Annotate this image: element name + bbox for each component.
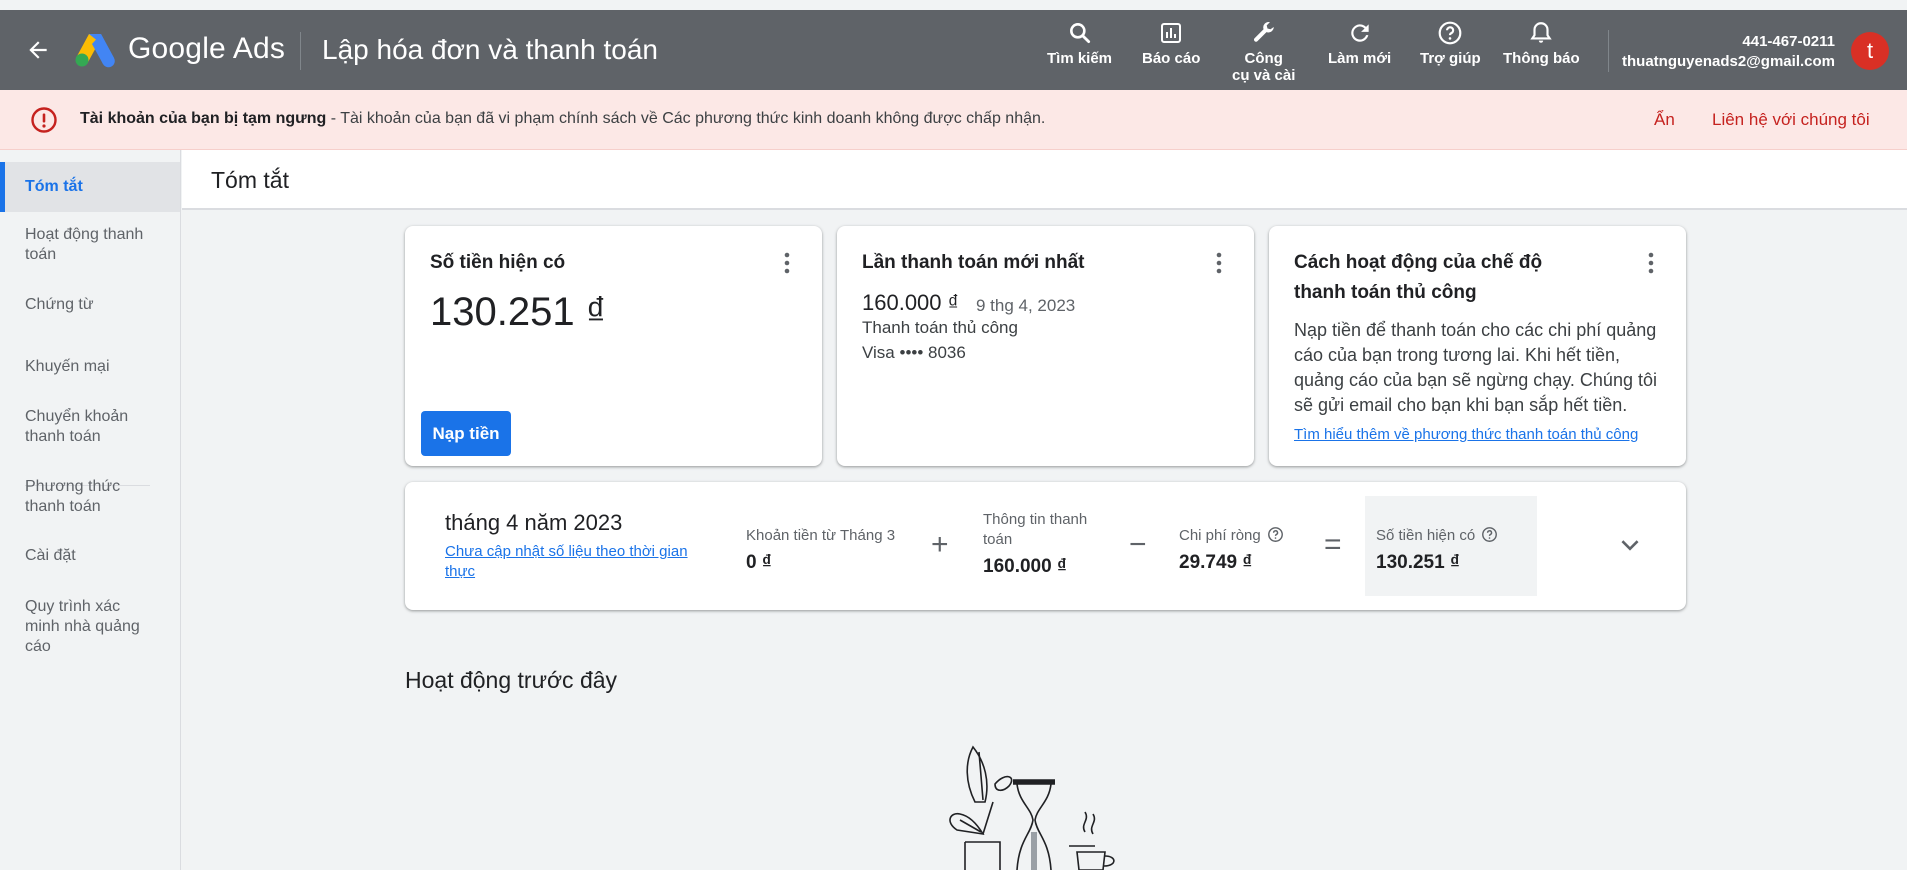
brand-name: Google Ads	[128, 32, 286, 65]
sidebar-item-payment-methods[interactable]: Phương thức thanh toán	[0, 477, 140, 517]
net-cost-value: 29.749 ₫	[1179, 552, 1253, 573]
reports-label: Báo cáo	[1142, 50, 1201, 67]
last-payment-card: Lần thanh toán mới nhất 160.000 ₫ 9 thg …	[837, 226, 1254, 466]
manual-card-title-line2: thanh toán thủ công	[1294, 282, 1477, 303]
alert-hide-button[interactable]: Ẩn	[1654, 110, 1675, 130]
more-vert-icon	[1216, 252, 1222, 274]
summary-balance: Số tiền hiện có 130.251 ₫	[1376, 526, 1498, 574]
payments-value: 160.000 ₫	[983, 556, 1067, 577]
balance-card: Số tiền hiện có 130.251 ₫ Nạp tiền	[405, 226, 822, 466]
top-strip	[0, 0, 1907, 10]
app-header: Google Ads Lập hóa đơn và thanh toán Tìm…	[0, 10, 1907, 90]
hourglass-illustration	[949, 745, 1115, 870]
section-heading: Tóm tắt	[211, 167, 289, 193]
search-icon	[1069, 23, 1090, 44]
net-cost-label-row: Chi phí ròng	[1179, 526, 1284, 546]
learn-more-link[interactable]: Tìm hiểu thêm về phương thức thanh toán …	[1294, 426, 1638, 443]
help-icon	[1438, 21, 1462, 45]
more-vert-icon	[1648, 252, 1654, 274]
help-icon[interactable]	[1267, 526, 1284, 543]
minus-operator: −	[1129, 528, 1147, 561]
arrow-back-icon	[29, 41, 47, 59]
plus-operator: +	[931, 528, 949, 561]
sidebar-item-payment-activity[interactable]: Hoạt động thanh toán	[0, 225, 165, 265]
account-email: thuatnguyenads2@gmail.com	[1622, 53, 1835, 70]
manual-card-menu[interactable]	[1641, 248, 1661, 278]
balance-card-title: Số tiền hiện có	[430, 252, 566, 273]
add-funds-button[interactable]: Nạp tiền	[421, 411, 511, 456]
monthly-summary-card: tháng 4 năm 2023 Chưa cập nhật số liệu t…	[405, 482, 1686, 610]
tools-settings-button[interactable]: Công cụ và cài	[1232, 18, 1295, 84]
payment-card: Visa •••• 8036	[862, 343, 966, 362]
net-cost-label: Chi phí ròng	[1179, 527, 1261, 544]
expand-summary-button[interactable]	[1615, 530, 1645, 560]
chevron-down-icon	[1621, 540, 1639, 551]
balance-label-row: Số tiền hiện có	[1376, 526, 1498, 546]
payment-method-type: Thanh toán thủ công	[862, 318, 1018, 337]
refresh-button[interactable]: Làm mới	[1328, 18, 1391, 67]
manual-payments-card: Cách hoạt động của chế độ thanh toán thủ…	[1269, 226, 1686, 466]
sidebar-item-promotions[interactable]: Khuyến mại	[0, 357, 180, 377]
summary-carryover: Khoản tiền từ Tháng 3 0 ₫	[746, 526, 895, 574]
page-title: Lập hóa đơn và thanh toán	[322, 34, 658, 65]
payments-label: Thông tin thanh toán	[983, 511, 1088, 548]
wrench-icon	[1253, 22, 1274, 42]
search-button[interactable]: Tìm kiếm	[1047, 18, 1112, 67]
refresh-icon	[1350, 24, 1369, 42]
reports-button[interactable]: Báo cáo	[1142, 18, 1200, 67]
account-info[interactable]: 441-467-0211 thuatnguyenads2@gmail.com	[1622, 32, 1835, 72]
alert-message: Tài khoản của bạn bị tạm ngưng - Tài kho…	[80, 110, 1045, 128]
last-payment-menu[interactable]	[1209, 248, 1229, 278]
manual-card-description: Nạp tiền để thanh toán cho các chi phí q…	[1294, 320, 1657, 415]
sidebar-nav: Tóm tắt Hoạt động thanh toán Chứng từ Kh…	[0, 150, 181, 870]
summary-balance-value: 130.251 ₫	[1376, 552, 1460, 573]
summary-net-cost: Chi phí ròng 29.749 ₫	[1179, 526, 1284, 574]
google-ads-logo	[75, 34, 115, 68]
manual-card-title-line1: Cách hoạt động của chế độ	[1294, 252, 1543, 273]
header-separator	[1608, 30, 1609, 72]
bell-icon	[1530, 22, 1553, 43]
reports-icon	[1161, 23, 1182, 43]
alert-detail: - Tài khoản của bạn đã vi phạm chính sác…	[326, 110, 1046, 127]
equals-operator: =	[1324, 528, 1342, 561]
notifications-button[interactable]: Thông báo	[1503, 18, 1580, 67]
help-icon[interactable]	[1481, 526, 1498, 543]
summary-balance-label: Số tiền hiện có	[1376, 527, 1476, 544]
last-payment-title: Lần thanh toán mới nhất	[862, 252, 1085, 273]
previous-activity-heading: Hoạt động trước đây	[405, 667, 618, 693]
alert-title: Tài khoản của bạn bị tạm ngưng	[80, 110, 327, 127]
help-button[interactable]: Trợ giúp	[1420, 18, 1481, 67]
notifications-label: Thông báo	[1503, 50, 1580, 67]
last-payment-date: 9 thg 4, 2023	[976, 296, 1076, 315]
error-icon	[31, 107, 57, 133]
balance-amount: 130.251 ₫	[430, 290, 607, 334]
last-payment-amount: 160.000 ₫	[862, 290, 959, 315]
manual-card-title: Cách hoạt động của chế độ thanh toán thủ…	[1294, 248, 1542, 308]
more-vert-icon	[784, 252, 790, 274]
refresh-label: Làm mới	[1328, 50, 1392, 67]
summary-realtime-note[interactable]: Chưa cập nhật số liệu theo thời gian thự…	[445, 542, 715, 582]
sidebar-item-advertiser-verification[interactable]: Quy trình xác minh nhà quảng cáo	[0, 597, 150, 657]
header-divider	[300, 32, 301, 70]
summary-month: tháng 4 năm 2023	[445, 510, 623, 535]
back-button[interactable]	[22, 34, 54, 66]
account-id: 441-467-0211	[1742, 33, 1835, 50]
search-label: Tìm kiếm	[1047, 50, 1113, 67]
tools-label-line1: Công	[1244, 50, 1283, 67]
suspension-alert: Tài khoản của bạn bị tạm ngưng - Tài kho…	[0, 90, 1907, 150]
balance-card-menu[interactable]	[777, 248, 797, 278]
summary-payments: Thông tin thanh toán 160.000 ₫	[983, 510, 1103, 578]
sidebar-item-summary[interactable]: Tóm tắt	[0, 162, 180, 212]
main-title-bar: Tóm tắt	[182, 150, 1907, 210]
carryover-label: Khoản tiền từ Tháng 3	[746, 527, 896, 544]
sidebar-item-transfers[interactable]: Chuyển khoản thanh toán	[0, 407, 150, 447]
sidebar-item-settings[interactable]: Cài đặt	[0, 546, 180, 566]
help-label: Trợ giúp	[1420, 50, 1481, 67]
tools-label-line2: cụ và cài	[1232, 67, 1296, 84]
carryover-value: 0 ₫	[746, 552, 772, 573]
sidebar-item-documents[interactable]: Chứng từ	[0, 295, 180, 315]
alert-contact-button[interactable]: Liên hệ với chúng tôi	[1712, 110, 1870, 130]
avatar[interactable]: t	[1851, 32, 1889, 70]
